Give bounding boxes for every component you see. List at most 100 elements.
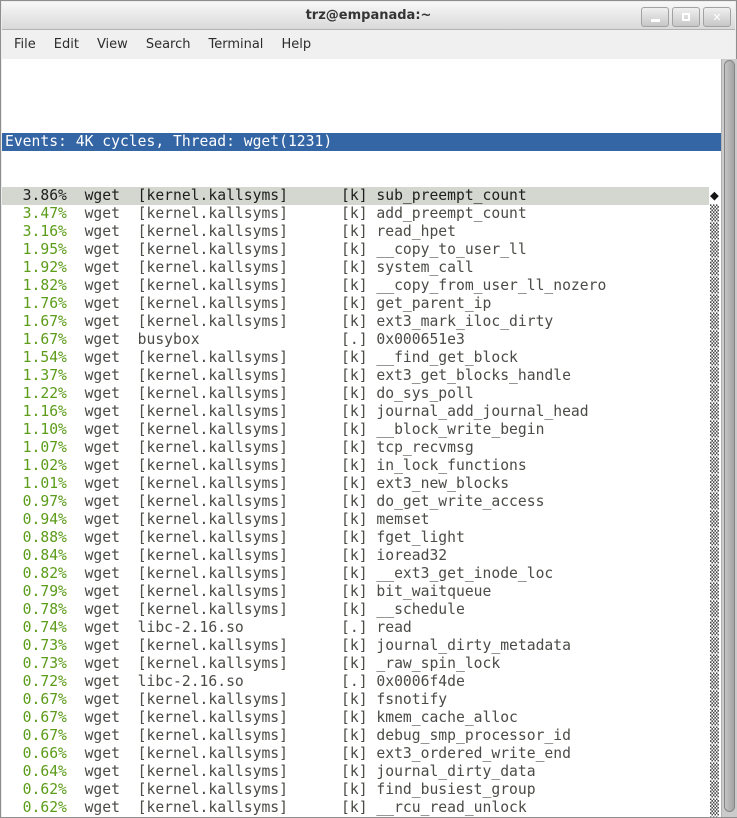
perf-row[interactable]: 1.01% wget [kernel.kallsyms] [k] ext3_ne… xyxy=(2,475,721,493)
window-title: trz@empanada:~ xyxy=(2,2,735,29)
perf-row[interactable]: 0.82% wget [kernel.kallsyms] [k] __ext3_… xyxy=(2,565,721,583)
close-button[interactable]: ✕ xyxy=(703,7,731,27)
overhead-pct: 0.72% xyxy=(5,673,67,690)
tui-scrollbar-track-icon: ▒ xyxy=(710,259,719,277)
overhead-pct: 0.67% xyxy=(5,727,67,744)
menu-search[interactable]: Search xyxy=(137,30,200,59)
perf-row[interactable]: 0.67% wget [kernel.kallsyms] [k] fsnotif… xyxy=(2,691,721,709)
perf-row[interactable]: 0.97% wget [kernel.kallsyms] [k] do_get_… xyxy=(2,493,721,511)
row-details: wget [kernel.kallsyms] [k] add_preempt_c… xyxy=(67,205,527,222)
perf-row[interactable]: 1.92% wget [kernel.kallsyms] [k] system_… xyxy=(2,259,721,277)
overhead-pct: 1.07% xyxy=(5,439,67,456)
perf-row[interactable]: 1.95% wget [kernel.kallsyms] [k] __copy_… xyxy=(2,241,721,259)
perf-row[interactable]: 1.02% wget [kernel.kallsyms] [k] in_lock… xyxy=(2,457,721,475)
perf-row[interactable]: 0.94% wget [kernel.kallsyms] [k] memset▒ xyxy=(2,511,721,529)
terminal-top-padding xyxy=(2,95,721,97)
perf-row[interactable]: 1.07% wget [kernel.kallsyms] [k] tcp_rec… xyxy=(2,439,721,457)
menu-help[interactable]: Help xyxy=(272,30,320,59)
menu-terminal[interactable]: Terminal xyxy=(199,30,272,59)
perf-row[interactable]: 0.73% wget [kernel.kallsyms] [k] journal… xyxy=(2,637,721,655)
tui-scrollbar-track-icon: ▒ xyxy=(710,637,719,655)
row-details: wget [kernel.kallsyms] [k] __rcu_read_un… xyxy=(67,799,527,816)
tui-scrollbar-track-icon: ▒ xyxy=(710,421,719,439)
close-icon: ✕ xyxy=(712,12,721,23)
overhead-pct: 0.84% xyxy=(5,547,67,564)
maximize-button[interactable] xyxy=(672,7,700,27)
overhead-pct: 0.64% xyxy=(5,763,67,780)
row-details: wget busybox [.] 0x000651e3 xyxy=(67,331,465,348)
tui-scrollbar-track-icon: ▒ xyxy=(710,475,719,493)
perf-row[interactable]: 0.73% wget [kernel.kallsyms] [k] _raw_sp… xyxy=(2,655,721,673)
overhead-pct: 1.54% xyxy=(5,349,67,366)
overhead-pct: 1.82% xyxy=(5,277,67,294)
tui-scrollbar-track-icon: ▒ xyxy=(710,205,719,223)
minimize-button[interactable] xyxy=(641,7,669,27)
menu-file[interactable]: File xyxy=(5,30,45,59)
row-details: wget [kernel.kallsyms] [k] in_lock_funct… xyxy=(67,457,527,474)
perf-row[interactable]: 0.72% wget libc-2.16.so [.] 0x0006f4de▒ xyxy=(2,673,721,691)
overhead-pct: 1.76% xyxy=(5,295,67,312)
perf-row[interactable]: 1.82% wget [kernel.kallsyms] [k] __copy_… xyxy=(2,277,721,295)
perf-row[interactable]: 3.86% wget [kernel.kallsyms] [k] sub_pre… xyxy=(2,187,721,205)
perf-row[interactable]: 3.16% wget [kernel.kallsyms] [k] read_hp… xyxy=(2,223,721,241)
perf-row[interactable]: 0.78% wget [kernel.kallsyms] [k] __sched… xyxy=(2,601,721,619)
tui-scrollbar-track-icon: ▒ xyxy=(710,547,719,565)
gtk-scrollbar-track[interactable] xyxy=(721,59,737,817)
row-details: wget [kernel.kallsyms] [k] debug_smp_pro… xyxy=(67,727,571,744)
row-details: wget [kernel.kallsyms] [k] system_call xyxy=(67,259,474,276)
row-details: wget [kernel.kallsyms] [k] get_parent_ip xyxy=(67,295,491,312)
tui-scrollbar-track-icon: ▒ xyxy=(710,529,719,547)
overhead-pct: 1.01% xyxy=(5,475,67,492)
row-details: wget [kernel.kallsyms] [k] journal_dirty… xyxy=(67,763,536,780)
row-details: wget [kernel.kallsyms] [k] fsnotify xyxy=(67,691,447,708)
perf-row[interactable]: 0.64% wget [kernel.kallsyms] [k] journal… xyxy=(2,763,721,781)
minimize-icon xyxy=(651,19,660,22)
overhead-pct: 1.92% xyxy=(5,259,67,276)
perf-row[interactable]: 0.84% wget [kernel.kallsyms] [k] ioread3… xyxy=(2,547,721,565)
tui-scrollbar-track-icon: ▒ xyxy=(710,709,719,727)
perf-row[interactable]: 0.62% wget [kernel.kallsyms] [k] find_bu… xyxy=(2,781,721,799)
row-details: wget [kernel.kallsyms] [k] find_busiest_… xyxy=(67,781,536,798)
menu-edit[interactable]: Edit xyxy=(45,30,88,59)
overhead-pct: 1.10% xyxy=(5,421,67,438)
overhead-pct: 0.66% xyxy=(5,745,67,762)
overhead-pct: 3.47% xyxy=(5,205,67,222)
titlebar[interactable]: trz@empanada:~ ✕ xyxy=(2,2,735,30)
perf-row[interactable]: 1.22% wget [kernel.kallsyms] [k] do_sys_… xyxy=(2,385,721,403)
perf-row[interactable]: 3.47% wget [kernel.kallsyms] [k] add_pre… xyxy=(2,205,721,223)
perf-row[interactable]: 1.67% wget busybox [.] 0x000651e3▒ xyxy=(2,331,721,349)
perf-row[interactable]: 0.79% wget [kernel.kallsyms] [k] bit_wai… xyxy=(2,583,721,601)
terminal-window: trz@empanada:~ ✕ File Edit View Search T… xyxy=(0,0,737,818)
perf-row[interactable]: 0.67% wget [kernel.kallsyms] [k] kmem_ca… xyxy=(2,709,721,727)
perf-row[interactable]: 1.37% wget [kernel.kallsyms] [k] ext3_ge… xyxy=(2,367,721,385)
row-details: wget [kernel.kallsyms] [k] read_hpet xyxy=(67,223,456,240)
perf-row[interactable]: 1.76% wget [kernel.kallsyms] [k] get_par… xyxy=(2,295,721,313)
row-details: wget [kernel.kallsyms] [k] __copy_from_u… xyxy=(67,277,606,294)
row-details: wget [kernel.kallsyms] [k] journal_dirty… xyxy=(67,637,571,654)
perf-row[interactable]: 1.10% wget [kernel.kallsyms] [k] __block… xyxy=(2,421,721,439)
row-details: wget [kernel.kallsyms] [k] sub_preempt_c… xyxy=(67,187,527,204)
row-details: wget libc-2.16.so [.] read xyxy=(67,619,412,636)
perf-row[interactable]: 1.54% wget [kernel.kallsyms] [k] __find_… xyxy=(2,349,721,367)
perf-row[interactable]: 0.67% wget [kernel.kallsyms] [k] debug_s… xyxy=(2,727,721,745)
menu-view[interactable]: View xyxy=(88,30,137,59)
overhead-pct: 0.78% xyxy=(5,601,67,618)
tui-scrollbar-track-icon: ▒ xyxy=(710,223,719,241)
row-details: wget [kernel.kallsyms] [k] __schedule xyxy=(67,601,465,618)
perf-row[interactable]: 1.16% wget [kernel.kallsyms] [k] journal… xyxy=(2,403,721,421)
tui-scrollbar-thumb-icon: ◆ xyxy=(710,187,719,205)
terminal-content[interactable]: Events: 4K cycles, Thread: wget(1231) 3.… xyxy=(2,59,721,817)
perf-row[interactable]: 0.62% wget [kernel.kallsyms] [k] __rcu_r… xyxy=(2,799,721,817)
perf-row[interactable]: 0.88% wget [kernel.kallsyms] [k] fget_li… xyxy=(2,529,721,547)
tui-scrollbar-track-icon: ▒ xyxy=(710,457,719,475)
perf-row[interactable]: 0.66% wget [kernel.kallsyms] [k] ext3_or… xyxy=(2,745,721,763)
perf-row[interactable]: 1.67% wget [kernel.kallsyms] [k] ext3_ma… xyxy=(2,313,721,331)
row-details: wget [kernel.kallsyms] [k] __find_get_bl… xyxy=(67,349,518,366)
row-details: wget [kernel.kallsyms] [k] bit_waitqueue xyxy=(67,583,491,600)
perf-row[interactable]: 0.74% wget libc-2.16.so [.] read▒ xyxy=(2,619,721,637)
row-details: wget [kernel.kallsyms] [k] do_get_write_… xyxy=(67,493,545,510)
row-details: wget [kernel.kallsyms] [k] _raw_spin_loc… xyxy=(67,655,500,672)
row-details: wget [kernel.kallsyms] [k] kmem_cache_al… xyxy=(67,709,518,726)
perf-rows: 3.86% wget [kernel.kallsyms] [k] sub_pre… xyxy=(2,187,721,817)
gtk-scrollbar-thumb[interactable] xyxy=(724,60,735,812)
